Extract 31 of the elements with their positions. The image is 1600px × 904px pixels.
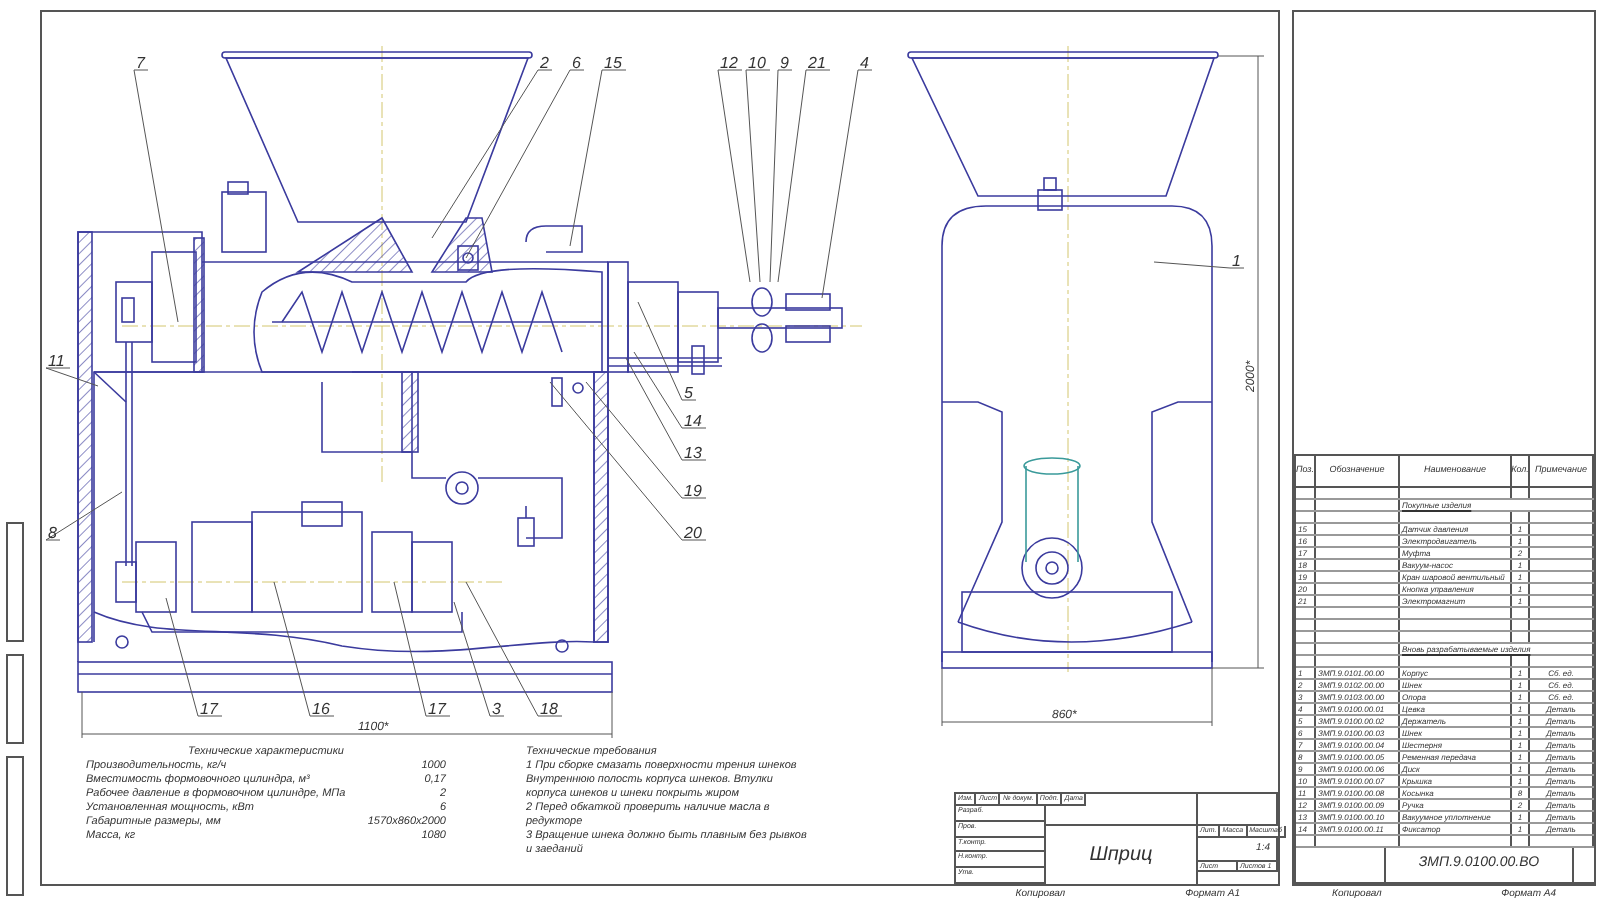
part-number-label: 2 — [540, 54, 549, 72]
part-number-label: 13 — [684, 444, 702, 462]
part-number-label: 10 — [748, 54, 766, 72]
part-number-label: 16 — [312, 700, 330, 718]
part-number-label: 4 — [860, 54, 869, 72]
drawing-title: Шприц — [1089, 842, 1153, 870]
part-number-label: 8 — [48, 524, 57, 542]
stamp-box — [6, 522, 24, 642]
part-number-label: 19 — [684, 482, 702, 500]
part-number-label: 5 — [684, 384, 693, 402]
part-number-label: 21 — [808, 54, 826, 72]
part-number-label: 1 — [1232, 252, 1241, 270]
part-number-label: 3 — [492, 700, 501, 718]
leader-line — [45, 491, 123, 541]
stamp-box — [6, 756, 24, 896]
leader-line — [393, 581, 451, 717]
stamp-box — [6, 654, 24, 744]
leader-line — [45, 367, 99, 387]
part-number-label: 14 — [684, 412, 702, 430]
leader-line — [165, 597, 223, 717]
part-number-label: 12 — [720, 54, 738, 72]
leader-line — [273, 581, 335, 717]
part-number-label: 6 — [572, 54, 581, 72]
part-number-label: 15 — [604, 54, 622, 72]
part-number-label: 9 — [780, 54, 789, 72]
part-number-label: 7 — [136, 54, 145, 72]
part-number-label: 17 — [200, 700, 218, 718]
part-number-label: 11 — [48, 352, 65, 370]
part-number-label: 18 — [540, 700, 558, 718]
part-number-label: 20 — [684, 524, 702, 542]
part-number-label: 17 — [428, 700, 446, 718]
